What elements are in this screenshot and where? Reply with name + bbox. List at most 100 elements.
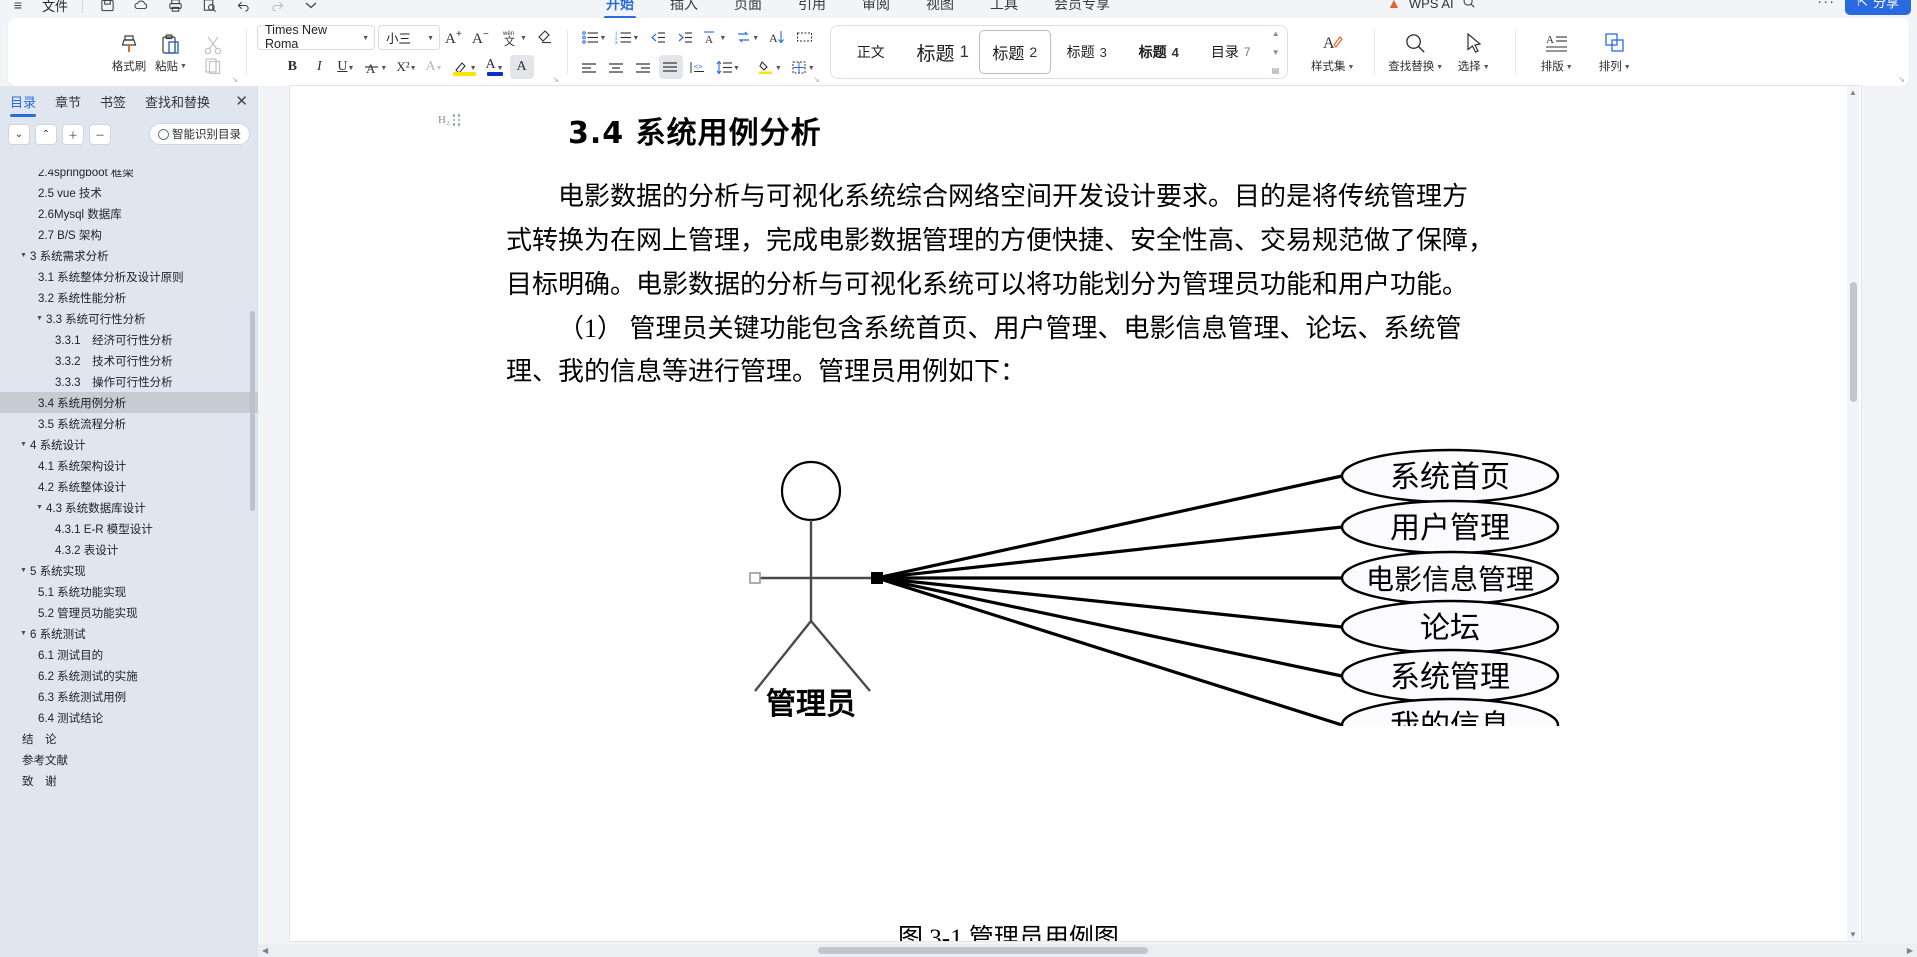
- toc-item-3[interactable]: ▼ 3 系统需求分析: [0, 245, 258, 266]
- ribbon-tab-page[interactable]: 页面: [732, 0, 764, 14]
- font-dialog-launcher[interactable]: ↘: [552, 75, 559, 84]
- scroll-down-icon[interactable]: ▼: [1849, 930, 1857, 939]
- toc-item-3-3-1[interactable]: 3.3.1 经济可行性分析: [0, 329, 258, 350]
- ribbon-tab-reference[interactable]: 引用: [796, 0, 828, 14]
- superscript-button[interactable]: X² ▼: [393, 55, 419, 79]
- show-marks-icon[interactable]: [792, 25, 816, 49]
- chevron-down-icon[interactable]: ▼: [733, 65, 740, 72]
- chevron-down-icon[interactable]: ▼: [632, 35, 639, 42]
- toc-item-3-3-3[interactable]: 3.3.3 操作可行性分析: [0, 371, 258, 392]
- chevron-down-icon[interactable]: ▼: [1436, 64, 1443, 71]
- text-effect-button[interactable]: A ▼: [423, 55, 446, 79]
- ribbon-tab-member[interactable]: 会员专享: [1052, 0, 1112, 14]
- ribbon-tab-review[interactable]: 审阅: [860, 0, 892, 14]
- format-painter-button[interactable]: 格式刷: [108, 23, 150, 81]
- font-family-select[interactable]: Times New Roma ▼: [257, 23, 375, 51]
- toc-item-2-6[interactable]: 2.6Mysql 数据库: [0, 203, 258, 224]
- clear-format-button[interactable]: [533, 25, 557, 49]
- toc-item-4-1[interactable]: 4.1 系统架构设计: [0, 455, 258, 476]
- toc-item-6-1[interactable]: 6.1 测试目的: [0, 644, 258, 665]
- typeset-button[interactable]: A 排版 ▼: [1528, 23, 1586, 81]
- paste-button[interactable]: 粘贴 ▼: [150, 23, 192, 81]
- paragraph-dialog-launcher[interactable]: ↘: [813, 75, 820, 84]
- underline-button[interactable]: U ▼: [334, 55, 357, 79]
- italic-button[interactable]: I: [307, 55, 331, 79]
- close-icon[interactable]: ✕: [235, 92, 248, 110]
- styles-gallery-scroll[interactable]: ▲ ▼ ▤: [1267, 29, 1283, 75]
- bullet-list-icon[interactable]: ▼: [579, 25, 609, 49]
- toc-item-5[interactable]: ▼ 5 系统实现: [0, 560, 258, 581]
- numbered-list-icon[interactable]: 123 ▼: [612, 25, 642, 49]
- chevron-down-icon[interactable]: ▼: [752, 35, 759, 42]
- style-heading-3[interactable]: 标题 3: [1051, 30, 1123, 74]
- scroll-up-icon[interactable]: ▲: [1849, 88, 1857, 97]
- more-options-icon[interactable]: ···: [1817, 0, 1835, 10]
- bold-button[interactable]: B: [280, 55, 304, 79]
- chevron-down-icon[interactable]: ▼: [808, 65, 815, 72]
- chevron-down-icon[interactable]: [301, 0, 321, 15]
- chevron-down-icon[interactable]: ▼: [470, 65, 477, 72]
- toc-item-5-1[interactable]: 5.1 系统功能实现: [0, 581, 258, 602]
- toc-item-4[interactable]: ▼ 4 系统设计: [0, 434, 258, 455]
- toc-item-4-3[interactable]: ▼ 4.3 系统数据库设计: [0, 497, 258, 518]
- style-normal[interactable]: 正文: [835, 30, 907, 74]
- chevron-down-icon[interactable]: ▼: [436, 65, 443, 72]
- text-direction-icon[interactable]: ▼: [732, 25, 762, 49]
- chevron-down-icon[interactable]: ▼: [410, 65, 417, 72]
- print-icon[interactable]: [165, 0, 185, 15]
- ribbon-tab-tools[interactable]: 工具: [988, 0, 1020, 14]
- ribbon-tab-view[interactable]: 视图: [924, 0, 956, 14]
- character-shading-button[interactable]: A: [509, 55, 534, 79]
- asian-layout-icon[interactable]: A ▼: [699, 25, 729, 49]
- styles-dialog-launcher[interactable]: ↘: [1898, 75, 1905, 84]
- toc-item-3-3-2[interactable]: 3.3.2 技术可行性分析: [0, 350, 258, 371]
- cloud-sync-icon[interactable]: [131, 0, 151, 15]
- style-toc-7[interactable]: 目录 7: [1195, 30, 1267, 74]
- chevron-down-icon[interactable]: ▼: [520, 35, 527, 42]
- style-set-button[interactable]: A 样式集 ▼: [1304, 23, 1362, 81]
- wps-ai-entry[interactable]: ▲ WPS AI: [1387, 0, 1476, 16]
- chevron-down-icon[interactable]: ▼: [775, 65, 782, 72]
- toc-item-3-1[interactable]: 3.1 系统整体分析及设计原则: [0, 266, 258, 287]
- phonetic-guide-button[interactable]: wén 文 ▼: [497, 25, 530, 49]
- plus-icon[interactable]: ＋: [62, 123, 84, 145]
- highlight-color-button[interactable]: ▼: [449, 55, 480, 79]
- chevron-down-icon[interactable]: ▼: [347, 65, 354, 72]
- align-left-icon[interactable]: [578, 55, 602, 79]
- toc-item-2-7[interactable]: 2.7 B/S 架构: [0, 224, 258, 245]
- toc-item-4-3-2[interactable]: 4.3.2 表设计: [0, 539, 258, 560]
- save-icon[interactable]: [97, 0, 117, 15]
- chevron-down-icon[interactable]: ▼: [36, 504, 43, 511]
- undo-icon[interactable]: [233, 0, 253, 15]
- chevron-down-icon[interactable]: ▼: [36, 315, 43, 322]
- font-size-select[interactable]: 小三 ▼: [378, 24, 440, 50]
- toc-item-6-4[interactable]: 6.4 测试结论: [0, 707, 258, 728]
- sidebar-tab-toc[interactable]: 目录: [10, 86, 37, 119]
- scroll-left-icon[interactable]: ◀: [262, 946, 268, 955]
- document-page[interactable]: H₂ 3.4 系统用例分析 电影数据的分析与可视化系统综合网络空间开发设计要求。…: [290, 86, 1861, 941]
- copy-icon[interactable]: [204, 57, 222, 75]
- chevron-down-icon[interactable]: ▼: [20, 441, 27, 448]
- select-button[interactable]: 选择 ▼: [1445, 23, 1503, 81]
- chevron-down-icon[interactable]: ▼: [20, 630, 27, 637]
- sidebar-tab-bookmark[interactable]: 书签: [100, 86, 126, 119]
- line-spacing-icon[interactable]: ▼: [713, 55, 743, 79]
- toc-item-2-5[interactable]: 2.5 vue 技术: [0, 182, 258, 203]
- increase-font-size-button[interactable]: A +: [443, 25, 467, 49]
- search-icon[interactable]: [1462, 0, 1476, 12]
- style-heading-4[interactable]: 标题 4: [1123, 30, 1195, 74]
- strikethrough-button[interactable]: A ▼: [360, 55, 390, 79]
- uml-use-case-diagram[interactable]: 管理员 系统首页 用户管理 电影信息管理 论坛 系统管理 我的信息: [290, 386, 1861, 726]
- paragraph-anchor[interactable]: H₂: [438, 114, 461, 126]
- toc-item-6[interactable]: ▼ 6 系统测试: [0, 623, 258, 644]
- chevron-down-icon[interactable]: ▼: [1483, 64, 1490, 71]
- expand-gallery-icon[interactable]: ▤: [1272, 66, 1280, 75]
- sidebar-tab-find-replace[interactable]: 查找和替换: [145, 86, 210, 119]
- chevron-down-icon[interactable]: ▼: [1566, 64, 1573, 71]
- style-heading-2[interactable]: 标题 2: [978, 30, 1051, 74]
- align-right-icon[interactable]: [632, 55, 656, 79]
- chevron-down-icon[interactable]: ▼: [180, 63, 187, 70]
- drag-handle-icon[interactable]: [452, 114, 461, 126]
- decrease-indent-icon[interactable]: [645, 25, 669, 49]
- toc-item-3-5[interactable]: 3.5 系统流程分析: [0, 413, 258, 434]
